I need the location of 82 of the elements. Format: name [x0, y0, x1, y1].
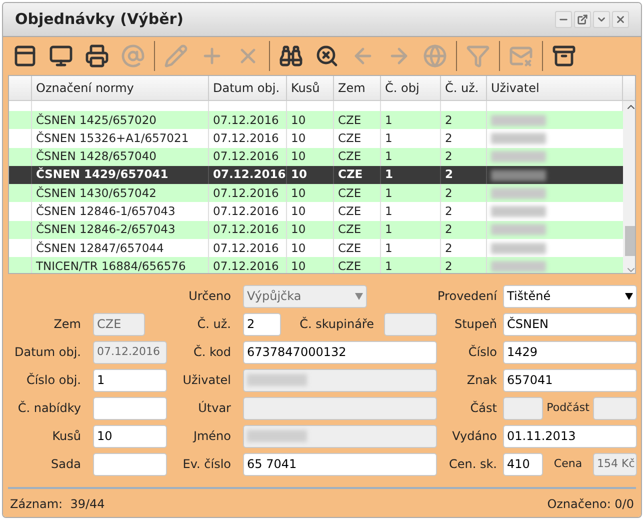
- field-label: Cen. sk.: [448, 456, 497, 473]
- input-field[interactable]: 10: [93, 424, 167, 448]
- table-row[interactable]: ČSNEN 1425/657020 07.12.2016 10 CZE 1 2: [9, 111, 623, 130]
- field-label: Číslo obj.: [25, 372, 81, 389]
- field-label: Určeno: [188, 288, 231, 305]
- globe-icon: [423, 44, 447, 68]
- input-field[interactable]: [93, 452, 167, 476]
- table-cell: TNICEN/TR 16884/656576: [32, 257, 209, 273]
- field-label: Č. skupináře: [298, 316, 374, 333]
- scrollbar[interactable]: [623, 101, 635, 273]
- table-cell: 1: [381, 257, 441, 273]
- field-label: Část: [469, 400, 497, 417]
- monitor-icon: [49, 44, 73, 68]
- at-sign-icon: [121, 44, 145, 68]
- pencil-icon: [164, 44, 188, 68]
- input-field[interactable]: 6737847000132: [243, 340, 437, 364]
- field-label: Ev. číslo: [182, 456, 231, 473]
- field-label: Kusů: [51, 428, 81, 445]
- popout-button[interactable]: [574, 11, 591, 28]
- dropdown-field[interactable]: Tištěné: [503, 284, 637, 308]
- popout-icon: [577, 14, 588, 25]
- caret-button[interactable]: [593, 11, 610, 28]
- table-row[interactable]: ČSNEN 12847/657044 07.12.2016 10 CZE 1 2: [9, 239, 623, 258]
- marked-counter: Označeno: 0/0: [547, 496, 634, 513]
- scrollbar-thumb[interactable]: [625, 226, 635, 256]
- field-label: Sada: [50, 456, 81, 473]
- table-cell: CZE: [334, 257, 381, 273]
- field-label: Provedení: [437, 288, 497, 305]
- field-label: Č. už.: [196, 316, 231, 333]
- table-cell: 07.12.2016: [209, 257, 287, 273]
- cabinet-icon: [552, 44, 576, 68]
- column-header[interactable]: Č. obj: [381, 76, 441, 100]
- column-header[interactable]: Datum obj.: [209, 76, 287, 100]
- field-label: Vydáno: [451, 428, 497, 445]
- field-label: Podčást: [546, 400, 590, 416]
- table-row[interactable]: ČSNEN 1429/657041 07.12.2016 10 CZE 1 2: [9, 166, 623, 184]
- column-header[interactable]: Uživatel: [487, 76, 623, 100]
- minimize-button[interactable]: [555, 11, 572, 28]
- field-label: Jméno: [192, 428, 231, 445]
- close-icon: [615, 14, 626, 25]
- record-counter: Záznam: 39/44: [10, 496, 105, 513]
- input-field[interactable]: 2: [243, 312, 281, 336]
- dropdown-arrow-icon: [355, 292, 363, 300]
- envelope-cross-icon: [509, 44, 533, 68]
- input-field[interactable]: 1: [93, 368, 167, 392]
- table-row[interactable]: ČSNEN 1430/657042 07.12.2016 10 CZE 1 2: [9, 184, 623, 202]
- window-title: Objednávky (Výběr): [15, 9, 184, 30]
- table-row[interactable]: ČSNEN 12846-2/657043 07.12.2016 10 CZE 1 2: [9, 220, 623, 240]
- table-row[interactable]: TNICEN/TR 16884/656576 07.12.2016 10 CZE 1 2: [9, 257, 623, 273]
- field-label: Útvar: [197, 400, 231, 417]
- column-header[interactable]: Zem: [334, 76, 381, 100]
- field-label: Datum obj.: [13, 344, 81, 361]
- field-label: Číslo: [467, 344, 497, 361]
- table-cell: 2: [441, 257, 487, 273]
- field-label: Č. nabídky: [16, 400, 81, 417]
- field-label: Cena: [552, 456, 584, 472]
- printer-icon: [85, 44, 109, 68]
- input-field[interactable]: 65 7041: [243, 452, 437, 476]
- search-cross-icon: [315, 44, 339, 68]
- column-header[interactable]: Č. už.: [441, 76, 487, 100]
- column-header[interactable]: Označení normy: [32, 76, 209, 100]
- field-label: Zem: [52, 316, 81, 333]
- close-button[interactable]: [612, 11, 629, 28]
- input-field[interactable]: 410: [503, 452, 543, 476]
- field-label: Č. kod: [192, 344, 231, 361]
- field-label: Znak: [466, 372, 497, 389]
- table-row[interactable]: ČSNEN 1428/657040 07.12.2016 10 CZE 1 2: [9, 148, 623, 166]
- input-field[interactable]: 01.11.2013: [503, 424, 637, 448]
- table-cell: 10: [287, 257, 334, 273]
- funnel-icon: [466, 44, 490, 68]
- dropdown-arrow-icon: [625, 292, 633, 300]
- blurred-text: [247, 430, 307, 442]
- window-icon: [13, 44, 37, 68]
- input-field[interactable]: 1429: [503, 340, 637, 364]
- field-label: Uživatel: [182, 372, 231, 389]
- input-field[interactable]: [93, 396, 167, 420]
- field-label: Stupeň: [453, 316, 497, 333]
- column-header[interactable]: Kusů: [287, 76, 334, 100]
- blurred-text: [247, 374, 307, 386]
- input-field[interactable]: 657041: [503, 368, 637, 392]
- input-field[interactable]: ČSNEN: [503, 312, 637, 336]
- binoculars-icon: [279, 44, 303, 68]
